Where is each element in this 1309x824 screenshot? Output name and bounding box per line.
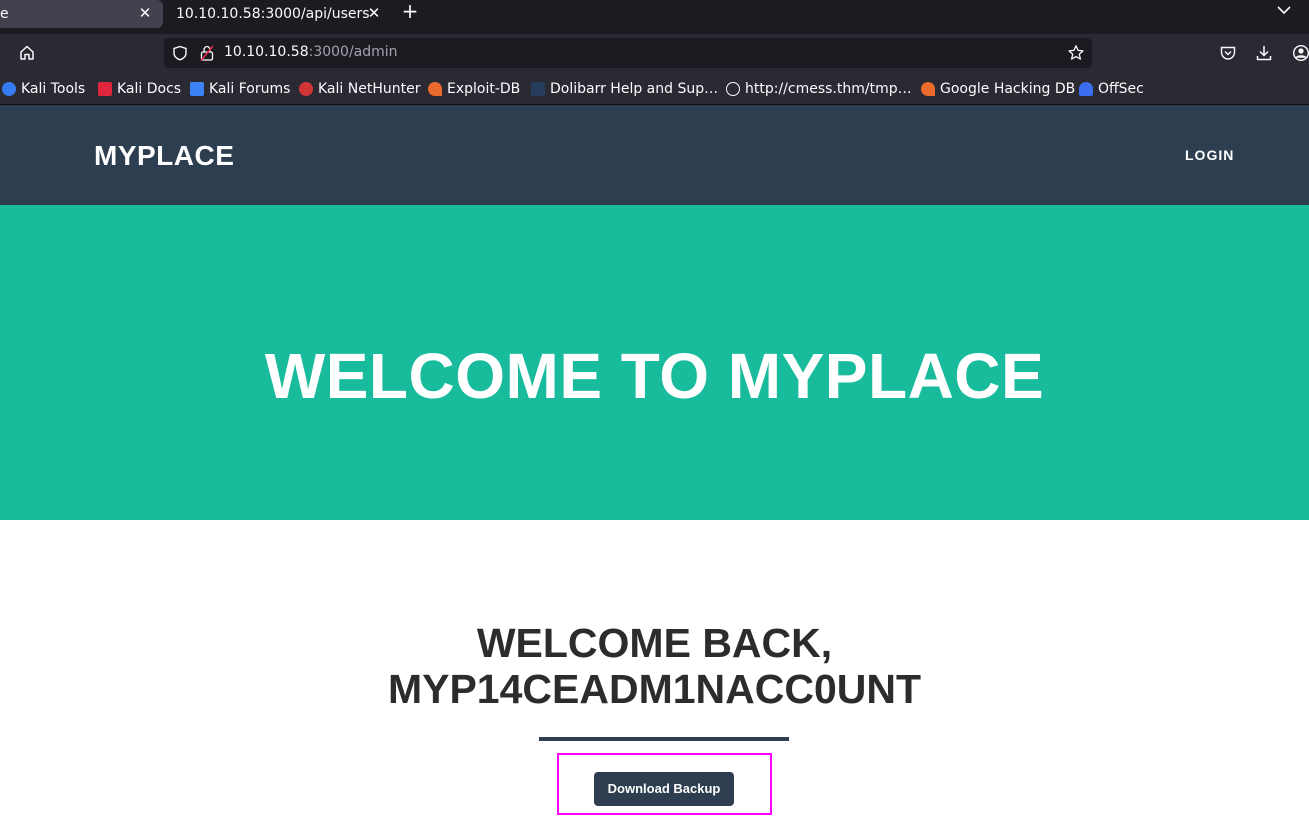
url-host: 10.10.10.58 <box>224 44 309 60</box>
new-tab-plus-icon[interactable]: + <box>399 1 421 23</box>
kali-docs-icon <box>98 82 112 96</box>
bookmark-label: Exploit-DB <box>447 81 521 97</box>
bookmark-offsec[interactable]: OffSec <box>1079 80 1144 98</box>
bookmark-exploit-db[interactable]: Exploit-DB <box>428 80 520 98</box>
tab-close-icon[interactable]: ✕ <box>135 3 155 23</box>
bookmark-cmess[interactable]: http://cmess.thm/tmp… <box>726 80 912 98</box>
bookmarks-toolbar: Kali Tools Kali Docs Kali Forums Kali Ne… <box>0 72 1309 105</box>
dolibarr-icon <box>531 82 545 96</box>
ghdb-icon <box>921 82 935 96</box>
account-icon[interactable] <box>1292 44 1309 62</box>
bookmark-ghdb[interactable]: Google Hacking DB <box>921 80 1075 98</box>
bookmark-label: Google Hacking DB <box>940 81 1076 97</box>
kali-tools-icon <box>2 82 16 96</box>
download-backup-button[interactable]: Download Backup <box>594 772 734 806</box>
browser-tab-bar: e ✕ 10.10.10.58:3000/api/users ✕ + <box>0 0 1309 34</box>
site-header: MYPLACE LOGIN <box>0 105 1309 205</box>
bookmark-label: OffSec <box>1098 81 1144 97</box>
tab-inactive-label: e <box>0 6 9 22</box>
exploit-db-icon <box>428 82 442 96</box>
offsec-icon <box>1079 82 1093 96</box>
browser-nav-bar: 10.10.10.58:3000/admin <box>0 34 1309 72</box>
welcome-line-1: WELCOME BACK, <box>476 620 833 666</box>
hero-banner: WELCOME TO MYPLACE <box>0 205 1309 520</box>
bookmark-kali-tools[interactable]: Kali Tools <box>2 80 85 98</box>
bookmark-label: http://cmess.thm/tmp… <box>745 81 912 97</box>
downloads-icon[interactable] <box>1255 44 1273 62</box>
url-bar[interactable]: 10.10.10.58:3000/admin <box>164 38 1092 68</box>
site-brand-link[interactable]: MYPLACE <box>94 140 234 172</box>
bookmark-label: Dolibarr Help and Sup… <box>550 81 719 97</box>
bookmark-label: Kali Docs <box>117 81 182 97</box>
bookmark-label: Kali Forums <box>209 81 291 97</box>
tab-close-icon[interactable]: ✕ <box>364 3 384 23</box>
home-icon[interactable] <box>17 43 37 63</box>
kali-nethunter-icon <box>299 82 313 96</box>
kali-forums-icon <box>190 82 204 96</box>
url-text[interactable]: 10.10.10.58:3000/admin <box>224 44 398 60</box>
bookmark-kali-forums[interactable]: Kali Forums <box>190 80 290 98</box>
pocket-icon[interactable] <box>1219 44 1237 62</box>
insecure-lock-icon[interactable] <box>200 45 214 61</box>
url-path: :3000/admin <box>308 44 398 60</box>
tracking-shield-icon[interactable] <box>172 45 188 61</box>
bookmark-label: Kali NetHunter <box>318 81 421 97</box>
globe-icon <box>726 82 740 96</box>
tab-active-label: 10.10.10.58:3000/api/users <box>176 6 370 22</box>
login-link[interactable]: LOGIN <box>1185 147 1234 163</box>
section-divider <box>539 737 789 741</box>
tab-inactive[interactable]: e ✕ <box>0 0 163 28</box>
bookmark-kali-docs[interactable]: Kali Docs <box>98 80 181 98</box>
welcome-username: MYP14CEADM1NACC0UNT <box>387 666 922 712</box>
tab-active[interactable]: 10.10.10.58:3000/api/users ✕ <box>165 0 390 28</box>
bookmark-dolibarr[interactable]: Dolibarr Help and Sup… <box>531 80 718 98</box>
bookmark-star-icon[interactable] <box>1067 44 1085 62</box>
welcome-heading: WELCOME BACK, MYP14CEADM1NACC0UNT <box>0 620 1309 712</box>
bookmark-label: Kali Tools <box>21 81 86 97</box>
list-all-tabs-chevron-icon[interactable] <box>1275 3 1293 17</box>
bookmark-kali-nethunter[interactable]: Kali NetHunter <box>299 80 420 98</box>
hero-title: WELCOME TO MYPLACE <box>264 340 1045 412</box>
